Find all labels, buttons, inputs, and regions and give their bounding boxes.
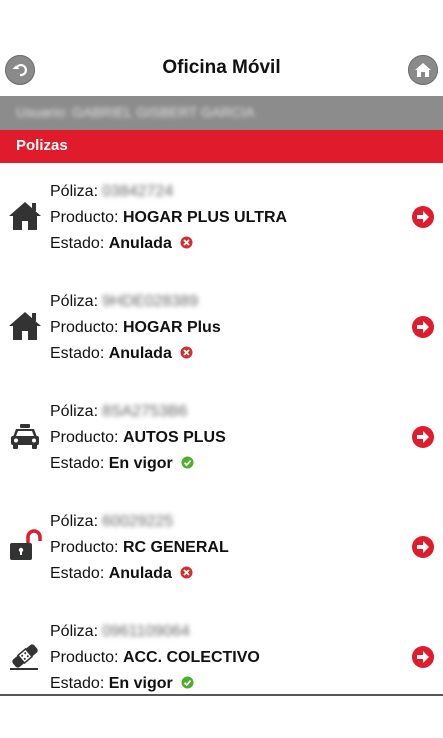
policy-number-label: Póliza: <box>50 403 99 420</box>
status-line: Estado: Anulada <box>50 565 193 583</box>
product-line: Producto: HOGAR Plus <box>50 319 221 337</box>
policy-number: 0961109064 <box>102 623 190 640</box>
policy-number: 9HDE028389 <box>102 293 199 310</box>
policy-number-label: Póliza: <box>50 183 99 200</box>
policy-list: Póliza: 03842724 Producto: HOGAR PLUS ULT… <box>0 163 443 695</box>
product-name: RC GENERAL <box>122 539 229 556</box>
policy-row[interactable]: Póliza: 03842724 Producto: HOGAR PLUS ULT… <box>0 163 443 274</box>
status-line: Estado: En vigor <box>50 675 194 693</box>
product-label: Producto: <box>50 649 119 666</box>
product-label: Producto: <box>50 539 119 556</box>
policy-number-label: Póliza: <box>50 623 99 640</box>
active-status-icon <box>181 676 194 689</box>
product-label: Producto: <box>50 209 119 226</box>
status-value: En vigor <box>108 675 173 692</box>
status-value: Anulada <box>108 235 172 252</box>
status-label: Estado: <box>50 565 105 582</box>
cancelled-status-icon <box>180 236 193 249</box>
cancelled-status-icon <box>180 566 193 579</box>
product-line: Producto: RC GENERAL <box>50 539 229 557</box>
status-value: En vigor <box>108 455 173 472</box>
bandage-icon <box>10 644 38 670</box>
policy-number-line: Póliza: 0961109064 <box>50 623 190 641</box>
status-value: Anulada <box>108 565 172 582</box>
app-header: Oficina Móvil <box>0 0 443 96</box>
active-status-icon <box>181 456 194 469</box>
car-icon <box>11 424 39 449</box>
status-label: Estado: <box>50 235 105 252</box>
status-value: Anulada <box>108 345 172 362</box>
status-line: Estado: En vigor <box>50 455 194 473</box>
policy-number: 03842724 <box>102 183 174 200</box>
home-icon <box>415 63 431 77</box>
arrow-right-circle-icon[interactable] <box>411 205 435 229</box>
product-name: HOGAR Plus <box>122 319 221 336</box>
policy-row[interactable]: Póliza: 8SA2753B6 Producto: AUTOS PLUS Es… <box>0 383 443 494</box>
policy-row[interactable]: Póliza: 9HDE028389 Producto: HOGAR Plus E… <box>0 273 443 384</box>
policy-number-label: Póliza: <box>50 293 99 310</box>
status-label: Estado: <box>50 345 105 362</box>
product-name: AUTOS PLUS <box>122 429 226 446</box>
policy-number-label: Póliza: <box>50 513 99 530</box>
arrow-right-circle-icon[interactable] <box>411 425 435 449</box>
product-label: Producto: <box>50 429 119 446</box>
policy-row[interactable]: Póliza: 60029225 Producto: RC GENERAL Est… <box>0 493 443 604</box>
arrow-right-circle-icon[interactable] <box>411 535 435 559</box>
product-label: Producto: <box>50 319 119 336</box>
user-bar: Usuario: GABRIEL GISBERT GARCIA <box>0 96 443 130</box>
product-line: Producto: AUTOS PLUS <box>50 429 226 447</box>
status-line: Estado: Anulada <box>50 235 193 253</box>
policy-number: 60029225 <box>102 513 174 530</box>
policy-number-line: Póliza: 9HDE028389 <box>50 293 198 311</box>
product-name: ACC. COLECTIVO <box>122 649 260 666</box>
arrow-right-circle-icon[interactable] <box>411 315 435 339</box>
user-name: Usuario: GABRIEL GISBERT GARCIA <box>16 104 255 120</box>
status-label: Estado: <box>50 455 105 472</box>
list-bottom-divider <box>0 694 443 696</box>
product-line: Producto: HOGAR PLUS ULTRA <box>50 209 287 227</box>
policy-number: 8SA2753B6 <box>102 403 188 420</box>
house-icon <box>9 202 41 230</box>
product-name: HOGAR PLUS ULTRA <box>122 209 288 226</box>
section-title: Polizas <box>16 137 68 154</box>
cancelled-status-icon <box>180 346 193 359</box>
home-button[interactable] <box>408 55 438 85</box>
unlocked-padlock-icon <box>10 529 42 560</box>
policy-number-line: Póliza: 8SA2753B6 <box>50 403 187 421</box>
house-icon <box>9 312 41 340</box>
section-header: Polizas <box>0 130 443 163</box>
page-title: Oficina Móvil <box>162 57 281 78</box>
policy-number-line: Póliza: 03842724 <box>50 183 173 201</box>
status-label: Estado: <box>50 675 105 692</box>
policy-number-line: Póliza: 60029225 <box>50 513 173 531</box>
policy-row[interactable]: Póliza: 0961109064 Producto: ACC. COLECTI… <box>0 603 443 695</box>
arrow-right-circle-icon[interactable] <box>411 645 435 669</box>
product-line: Producto: ACC. COLECTIVO <box>50 649 260 667</box>
status-line: Estado: Anulada <box>50 345 193 363</box>
